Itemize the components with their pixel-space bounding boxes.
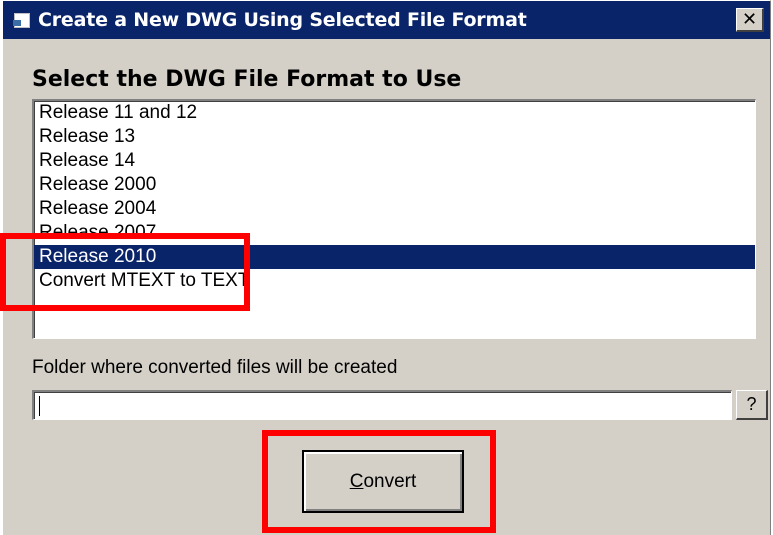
format-item-r11-12[interactable]: Release 11 and 12 [34,101,755,125]
dialog-window: Create a New DWG Using Selected File For… [2,0,771,535]
folder-row: ? [32,390,768,420]
format-item-r14[interactable]: Release 14 [34,149,755,173]
convert-button[interactable]: Convert [302,450,464,513]
format-item-r2007[interactable]: Release 2007 [34,221,755,245]
format-listbox[interactable]: Release 11 and 12 Release 13 Release 14 … [32,99,756,339]
format-item-r13[interactable]: Release 13 [34,125,755,149]
format-item-mtext-to-text[interactable]: Convert MTEXT to TEXT [34,269,755,293]
text-caret [39,396,40,416]
format-item-r2000[interactable]: Release 2000 [34,173,755,197]
title-bar: Create a New DWG Using Selected File For… [3,1,770,39]
browse-button-label: ? [746,394,757,414]
section-heading: Select the DWG File Format to Use [32,67,462,92]
format-item-r2004[interactable]: Release 2004 [34,197,755,221]
window-title: Create a New DWG Using Selected File For… [38,9,527,31]
folder-path-input[interactable] [32,390,732,420]
folder-label: Folder where converted files will be cre… [32,357,398,378]
convert-button-label: Convert [349,470,417,492]
app-icon [12,12,32,28]
browse-folder-button[interactable]: ? [736,390,768,420]
close-button[interactable]: ✕ [736,8,764,32]
format-item-r2010[interactable]: Release 2010 [34,245,755,269]
close-icon: ✕ [741,8,758,30]
